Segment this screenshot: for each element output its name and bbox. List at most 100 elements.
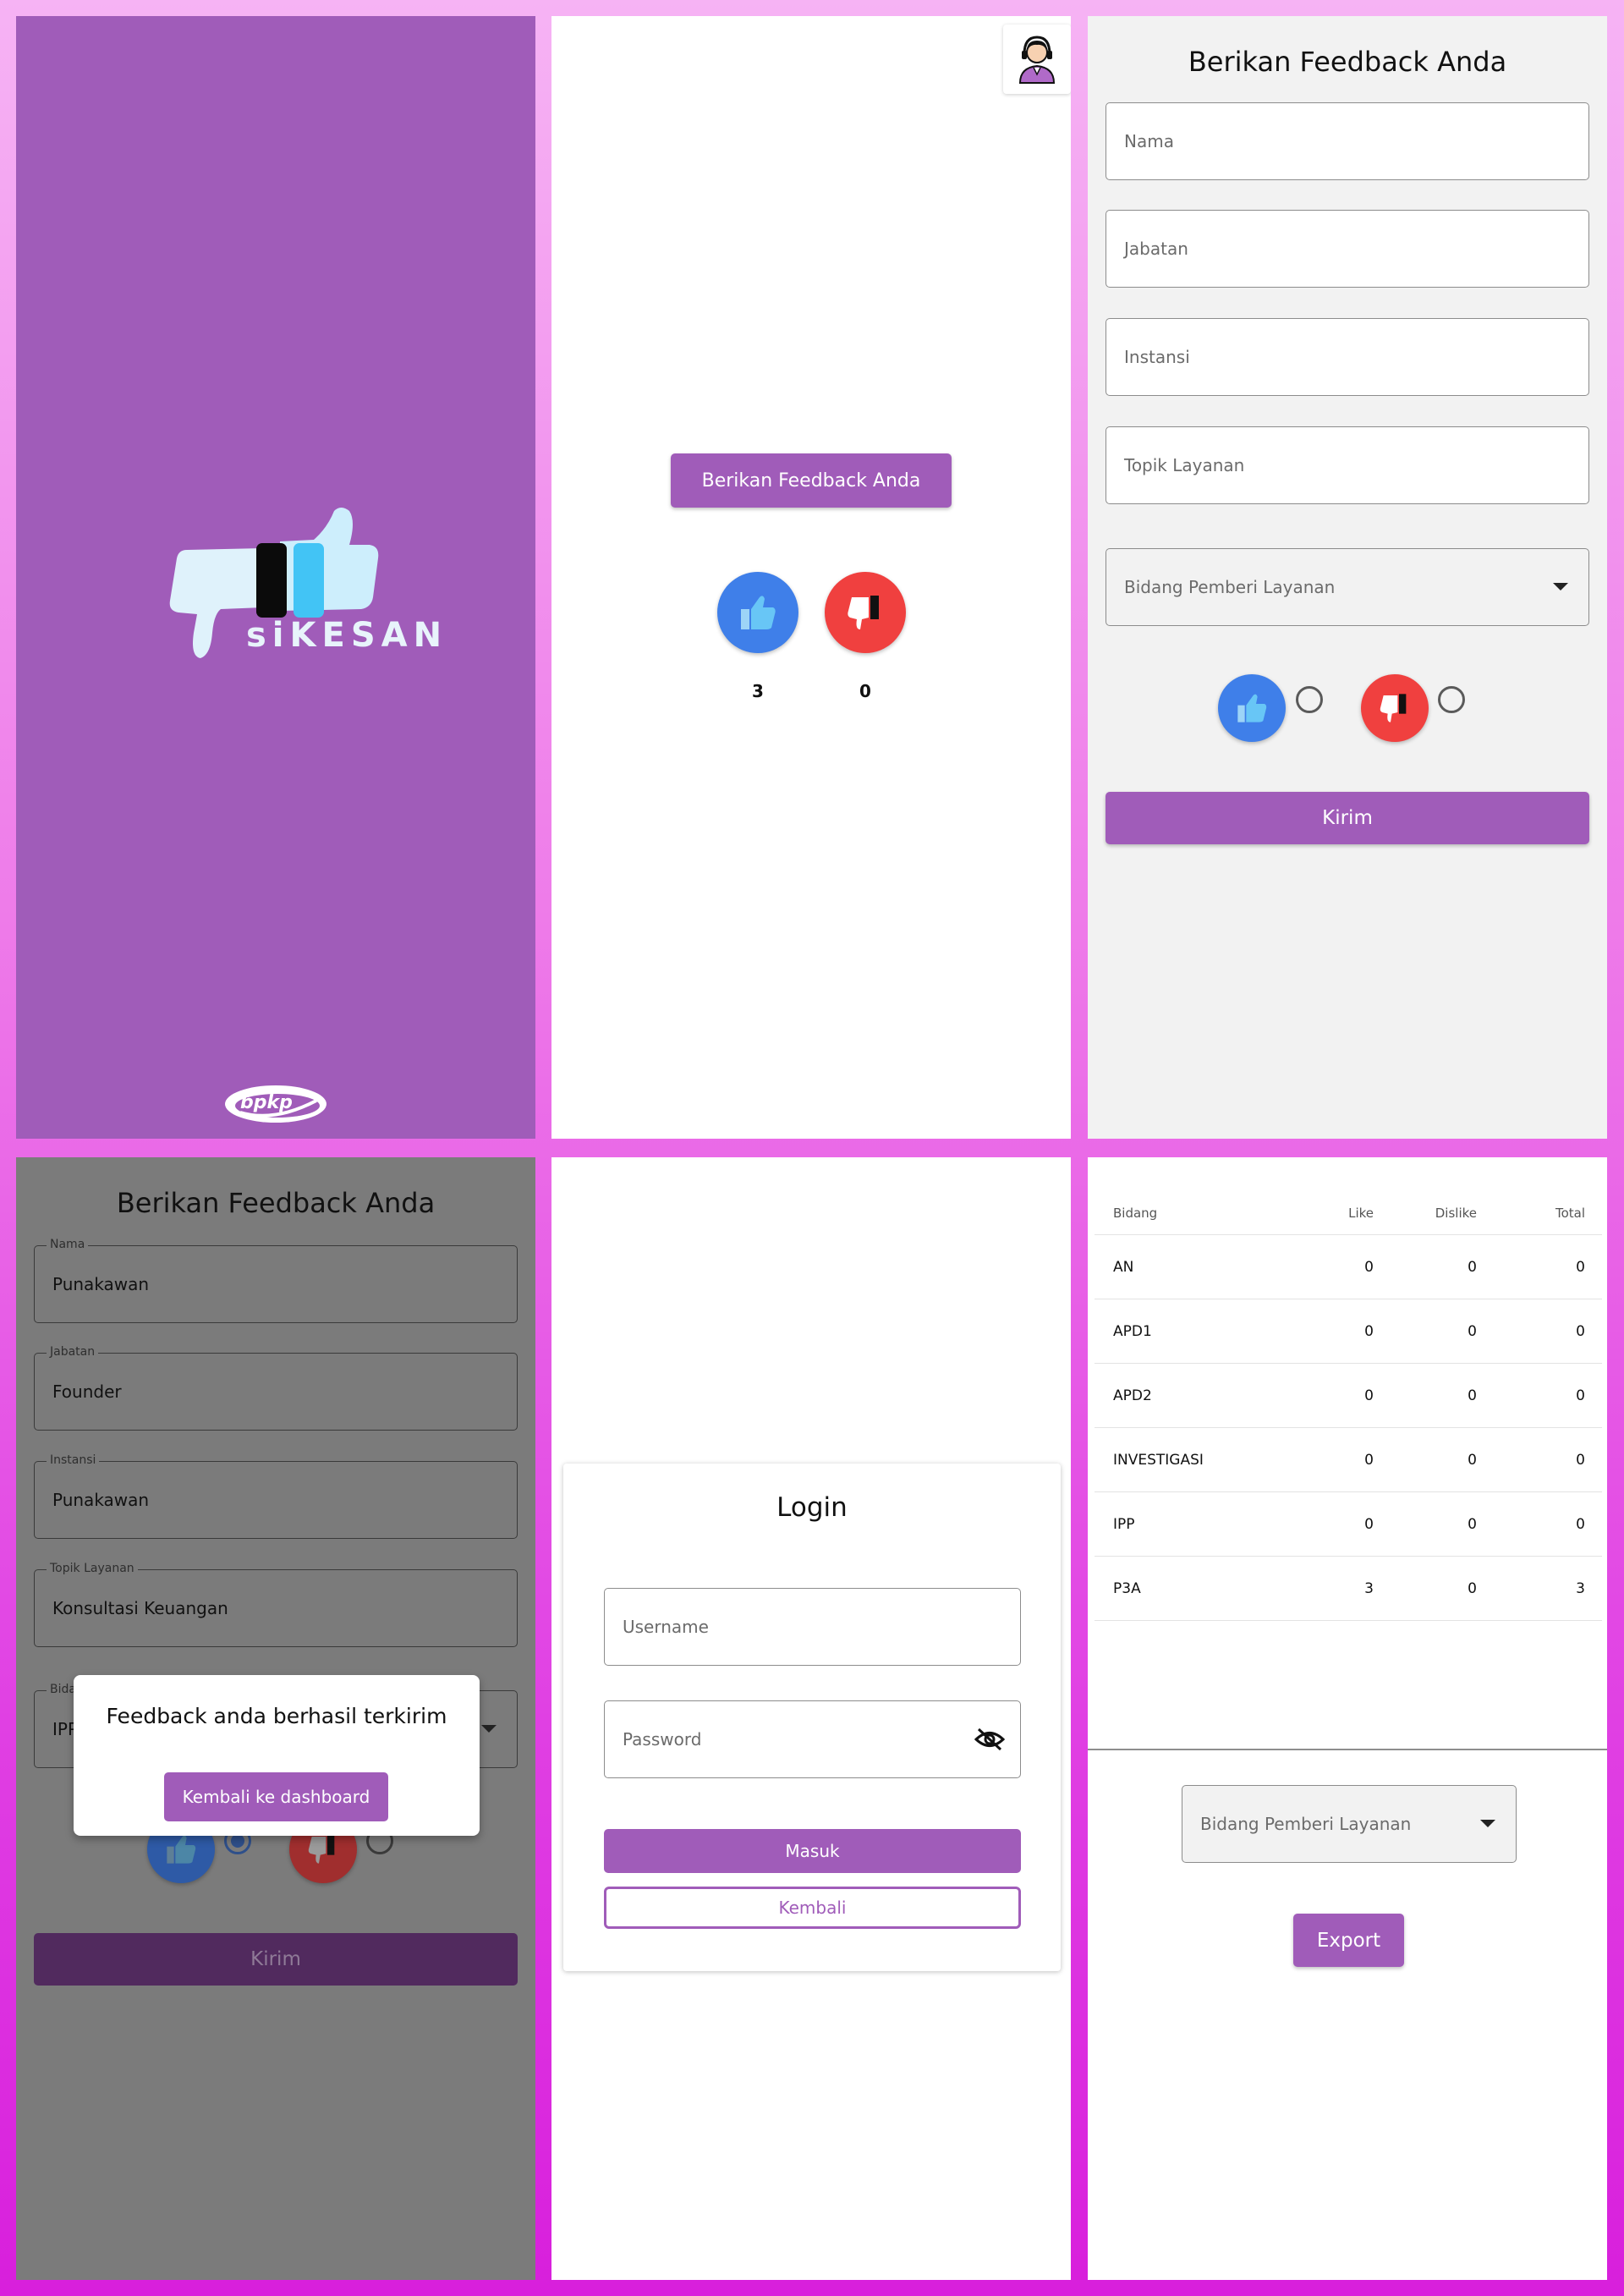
login-card: Login Username Password Masuk Kembali — [563, 1464, 1061, 1971]
cell-dislike: 0 — [1468, 1258, 1477, 1276]
section-divider — [1088, 1749, 1607, 1750]
like-option-icon — [1218, 674, 1286, 742]
cell-total: 0 — [1576, 1387, 1585, 1404]
nama-field[interactable]: Nama Punakawan — [34, 1238, 518, 1323]
like-button[interactable] — [717, 572, 798, 653]
cell-bidang: AN — [1113, 1258, 1134, 1276]
bpkp-logo-text: bpkp — [240, 1092, 293, 1113]
cell-like: 0 — [1364, 1258, 1374, 1276]
cell-dislike: 0 — [1468, 1322, 1477, 1340]
table-row: INVESTIGASI 0 0 0 — [1095, 1428, 1602, 1492]
report-screen: Bidang Like Dislike Total AN 0 0 0 APD1 … — [1088, 1157, 1607, 2280]
cell-dislike: 0 — [1468, 1451, 1477, 1469]
submit-button[interactable]: Kirim — [1106, 792, 1589, 844]
jabatan-value: Founder — [52, 1381, 122, 1402]
topik-label: Topik Layanan — [47, 1562, 138, 1575]
bidang-filter-select[interactable]: Bidang Pemberi Layanan — [1182, 1785, 1517, 1863]
splash-screen: siKESAN bpkp — [16, 16, 535, 1139]
nama-value: Punakawan — [52, 1274, 150, 1294]
cell-like: 3 — [1364, 1579, 1374, 1597]
feedback-form-screen: Berikan Feedback Anda Nama Jabatan Insta… — [1088, 16, 1607, 1139]
bidang-filter-placeholder: Bidang Pemberi Layanan — [1200, 1814, 1412, 1834]
like-count: 3 — [752, 681, 764, 701]
password-placeholder: Password — [623, 1729, 702, 1749]
thumbs-down-icon — [1380, 694, 1407, 722]
table-row: APD2 0 0 0 — [1095, 1364, 1602, 1428]
thumbs-down-icon — [308, 1835, 335, 1864]
instansi-value: Punakawan — [52, 1490, 150, 1510]
thumbs-up-icon — [1237, 694, 1267, 722]
table-row: IPP 0 0 0 — [1095, 1492, 1602, 1557]
topik-placeholder: Topik Layanan — [1124, 455, 1245, 475]
give-feedback-button[interactable]: Berikan Feedback Anda — [671, 453, 952, 508]
cell-total: 0 — [1576, 1515, 1585, 1533]
jabatan-label: Jabatan — [47, 1345, 99, 1359]
success-dialog: Feedback anda berhasil terkirim Kembali … — [74, 1675, 480, 1836]
cell-dislike: 0 — [1468, 1515, 1477, 1533]
thumbs-up-icon — [167, 1835, 196, 1864]
cell-like: 0 — [1364, 1322, 1374, 1340]
feedback-success-screen: Berikan Feedback Anda Nama Punakawan Jab… — [16, 1157, 535, 2280]
chevron-down-icon — [1480, 1820, 1495, 1827]
cell-total: 3 — [1576, 1579, 1585, 1597]
back-button[interactable]: Kembali — [604, 1887, 1021, 1929]
form-title: Berikan Feedback Anda — [1188, 46, 1507, 78]
jabatan-placeholder: Jabatan — [1124, 239, 1188, 259]
eye-off-icon[interactable] — [974, 1727, 1005, 1752]
cell-bidang: P3A — [1113, 1579, 1141, 1597]
nama-label: Nama — [47, 1238, 89, 1251]
dialog-message: Feedback anda berhasil terkirim — [106, 1704, 447, 1728]
cell-bidang: IPP — [1113, 1515, 1135, 1533]
thumbs-down-icon — [848, 596, 879, 629]
admin-login-button[interactable] — [1003, 25, 1071, 94]
form-title: Berikan Feedback Anda — [116, 1187, 436, 1219]
col-total: Total — [1555, 1205, 1585, 1221]
instansi-field[interactable]: Instansi Punakawan — [34, 1453, 518, 1539]
table-row: APD1 0 0 0 — [1095, 1299, 1602, 1364]
dislike-count: 0 — [859, 681, 871, 701]
instansi-label: Instansi — [47, 1453, 100, 1467]
dislike-button[interactable] — [825, 572, 906, 653]
dislike-radio[interactable] — [1438, 686, 1465, 713]
cell-bidang: APD1 — [1113, 1322, 1152, 1340]
jabatan-field[interactable]: Jabatan — [1106, 210, 1589, 288]
bpkp-logo: bpkp — [223, 1082, 328, 1126]
instansi-field[interactable]: Instansi — [1106, 318, 1589, 396]
chevron-down-icon — [481, 1725, 497, 1733]
login-title: Login — [776, 1492, 848, 1523]
cell-total: 0 — [1576, 1258, 1585, 1276]
username-field[interactable]: Username — [604, 1588, 1021, 1666]
topik-field[interactable]: Topik Layanan — [1106, 426, 1589, 504]
cell-like: 0 — [1364, 1451, 1374, 1469]
export-button[interactable]: Export — [1293, 1914, 1404, 1967]
username-placeholder: Username — [623, 1617, 709, 1637]
bidang-placeholder: Bidang Pemberi Layanan — [1124, 577, 1336, 597]
thumbs-up-icon — [741, 596, 776, 629]
sikesan-logo: siKESAN — [162, 506, 442, 675]
table-row: P3A 3 0 3 — [1095, 1557, 1602, 1621]
dislike-option-icon — [1361, 674, 1429, 742]
bidang-select[interactable]: Bidang Pemberi Layanan — [1106, 548, 1589, 626]
col-dislike: Dislike — [1435, 1205, 1477, 1221]
cell-bidang: APD2 — [1113, 1387, 1152, 1404]
table-header: Bidang Like Dislike Total — [1095, 1191, 1602, 1235]
password-field[interactable]: Password — [604, 1700, 1021, 1778]
back-to-dashboard-button[interactable]: Kembali ke dashboard — [164, 1772, 388, 1821]
like-radio[interactable] — [1296, 686, 1323, 713]
cell-total: 0 — [1576, 1451, 1585, 1469]
cell-dislike: 0 — [1468, 1579, 1477, 1597]
topik-field[interactable]: Topik Layanan Konsultasi Keuangan — [34, 1562, 518, 1647]
cell-like: 0 — [1364, 1387, 1374, 1404]
table-row: AN 0 0 0 — [1095, 1235, 1602, 1299]
jabatan-field[interactable]: Jabatan Founder — [34, 1345, 518, 1431]
col-like: Like — [1348, 1205, 1374, 1221]
nama-field[interactable]: Nama — [1106, 102, 1589, 180]
cell-bidang: INVESTIGASI — [1113, 1451, 1204, 1469]
chevron-down-icon — [1553, 583, 1568, 590]
topik-value: Konsultasi Keuangan — [52, 1598, 228, 1618]
col-bidang: Bidang — [1113, 1205, 1158, 1221]
instansi-placeholder: Instansi — [1124, 347, 1190, 367]
submit-button[interactable]: Kirim — [34, 1933, 518, 1986]
login-button[interactable]: Masuk — [604, 1829, 1021, 1873]
cell-like: 0 — [1364, 1515, 1374, 1533]
